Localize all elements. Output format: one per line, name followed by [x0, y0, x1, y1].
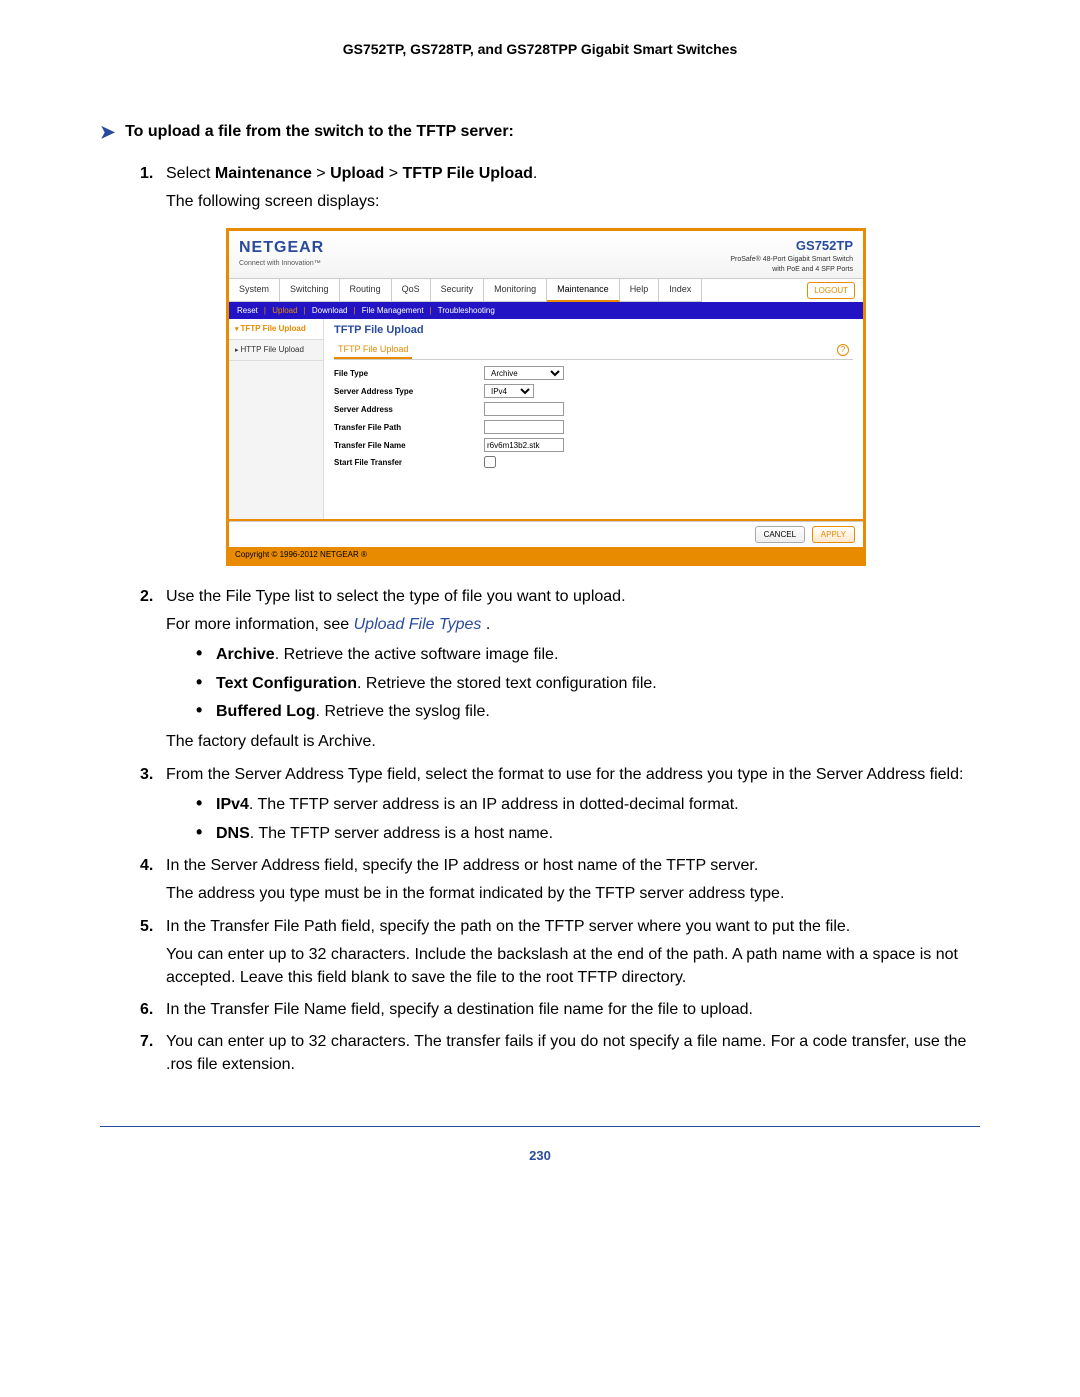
sidebar-item-tftp[interactable]: ▾TFTP File Upload [229, 319, 323, 340]
tab-qos[interactable]: QoS [392, 279, 431, 302]
step4-text: In the Server Address field, specify the… [166, 855, 980, 877]
copyright-text: Copyright © 1996-2012 NETGEAR ® [229, 547, 863, 562]
step-num: 3. [140, 764, 153, 786]
suffix: . [533, 165, 537, 182]
step3-text: From the Server Address Type field, sele… [166, 764, 980, 786]
help-icon[interactable]: ? [837, 344, 849, 356]
select-addrtype[interactable]: IPv4 [484, 384, 534, 398]
step-num: 5. [140, 916, 153, 938]
tab-routing[interactable]: Routing [340, 279, 392, 302]
bullet-dns: DNS. The TFTP server address is a host n… [196, 823, 980, 845]
tab-help[interactable]: Help [620, 279, 660, 302]
tab-bar: System Switching Routing QoS Security Mo… [229, 278, 863, 302]
path-b: Upload [330, 165, 384, 182]
subtab-download[interactable]: Download [312, 306, 348, 315]
label-addrtype: Server Address Type [334, 386, 484, 397]
label-start: Start File Transfer [334, 457, 484, 468]
subtab-troubleshoot[interactable]: Troubleshooting [438, 306, 495, 315]
admin-screenshot: NETGEAR Connect with Innovation™ GS752TP… [226, 228, 866, 566]
sub-tab-bar: Reset| Upload| Download| File Management… [229, 302, 863, 319]
step-num: 6. [140, 999, 153, 1021]
step5-line2: You can enter up to 32 characters. Inclu… [166, 944, 980, 989]
step4-line2: The address you type must be in the form… [166, 883, 980, 905]
model-name: GS752TP [730, 237, 853, 255]
bullet-archive: Archive. Retrieve the active software im… [196, 644, 980, 666]
page-footer: 230 [100, 1126, 980, 1165]
sep2: > [384, 165, 402, 182]
subtab-reset[interactable]: Reset [237, 306, 258, 315]
step-3: 3. From the Server Address Type field, s… [140, 764, 980, 845]
input-serveraddr[interactable] [484, 402, 564, 416]
label-filepath: Transfer File Path [334, 422, 484, 433]
page-header: GS752TP, GS728TP, and GS728TPP Gigabit S… [100, 40, 980, 60]
logout-button[interactable]: LOGOUT [807, 282, 855, 299]
label-filetype: File Type [334, 368, 484, 379]
tab-security[interactable]: Security [431, 279, 485, 302]
step2-text: Use the File Type list to select the typ… [166, 586, 980, 608]
subtab-filemgmt[interactable]: File Management [362, 306, 424, 315]
brand-logo: NETGEAR [239, 237, 324, 259]
tab-index[interactable]: Index [659, 279, 702, 302]
brand-tagline: Connect with Innovation™ [239, 259, 324, 269]
heading-text: To upload a file from the switch to the … [125, 121, 514, 143]
cancel-button[interactable]: CANCEL [755, 526, 805, 543]
label-filename: Transfer File Name [334, 440, 484, 451]
step-7: 7. You can enter up to 32 characters. Th… [140, 1031, 980, 1076]
tab-maintenance[interactable]: Maintenance [547, 279, 620, 302]
bullet-bufferedlog: Buffered Log. Retrieve the syslog file. [196, 701, 980, 723]
checkbox-start[interactable] [484, 456, 496, 468]
step6-text: In the Transfer File Name field, specify… [166, 999, 980, 1021]
subtab-upload[interactable]: Upload [272, 306, 297, 315]
arrow-icon: ➤ [100, 120, 115, 145]
step2-default: The factory default is Archive. [166, 731, 980, 753]
label-serveraddr: Server Address [334, 404, 484, 415]
tab-monitoring[interactable]: Monitoring [484, 279, 547, 302]
input-filename[interactable] [484, 438, 564, 452]
model-desc2: with PoE and 4 SFP Ports [730, 265, 853, 275]
step-num: 7. [140, 1031, 153, 1053]
step-5: 5. In the Transfer File Path field, spec… [140, 916, 980, 989]
path-a: Maintenance [215, 165, 312, 182]
step7-text: You can enter up to 32 characters. The t… [166, 1031, 980, 1076]
bullet-ipv4: IPv4. The TFTP server address is an IP a… [196, 794, 980, 816]
path-c: TFTP File Upload [403, 165, 533, 182]
tab-system[interactable]: System [229, 279, 280, 302]
step-num: 1. [140, 163, 153, 185]
input-filepath[interactable] [484, 420, 564, 434]
step-6: 6. In the Transfer File Name field, spec… [140, 999, 980, 1021]
sidebar-item-http[interactable]: ▸HTTP File Upload [229, 340, 323, 361]
t: . [481, 616, 490, 633]
model-desc1: ProSafe® 48-Port Gigabit Smart Switch [730, 255, 853, 265]
t: Select [166, 165, 215, 182]
link-upload-file-types[interactable]: Upload File Types [354, 616, 482, 633]
bullet-textconfig: Text Configuration. Retrieve the stored … [196, 673, 980, 695]
step-4: 4. In the Server Address field, specify … [140, 855, 980, 906]
t: For more information, see [166, 616, 354, 633]
step1-line2: The following screen displays: [166, 191, 980, 213]
panel-title: TFTP File Upload [334, 323, 853, 338]
step-num: 2. [140, 586, 153, 608]
sep: > [312, 165, 330, 182]
apply-button[interactable]: APPLY [812, 526, 855, 543]
page-number: 230 [100, 1147, 980, 1165]
step-2: 2. Use the File Type list to select the … [140, 586, 980, 754]
sidebar: ▾TFTP File Upload ▸HTTP File Upload [229, 319, 324, 519]
step-num: 4. [140, 855, 153, 877]
tab-switching[interactable]: Switching [280, 279, 340, 302]
select-filetype[interactable]: Archive [484, 366, 564, 380]
section-heading: ➤ To upload a file from the switch to th… [100, 120, 980, 145]
panel-subtitle: TFTP File Upload [334, 341, 412, 360]
step-1: 1. Select Maintenance > Upload > TFTP Fi… [140, 163, 980, 566]
step5-text: In the Transfer File Path field, specify… [166, 916, 980, 938]
